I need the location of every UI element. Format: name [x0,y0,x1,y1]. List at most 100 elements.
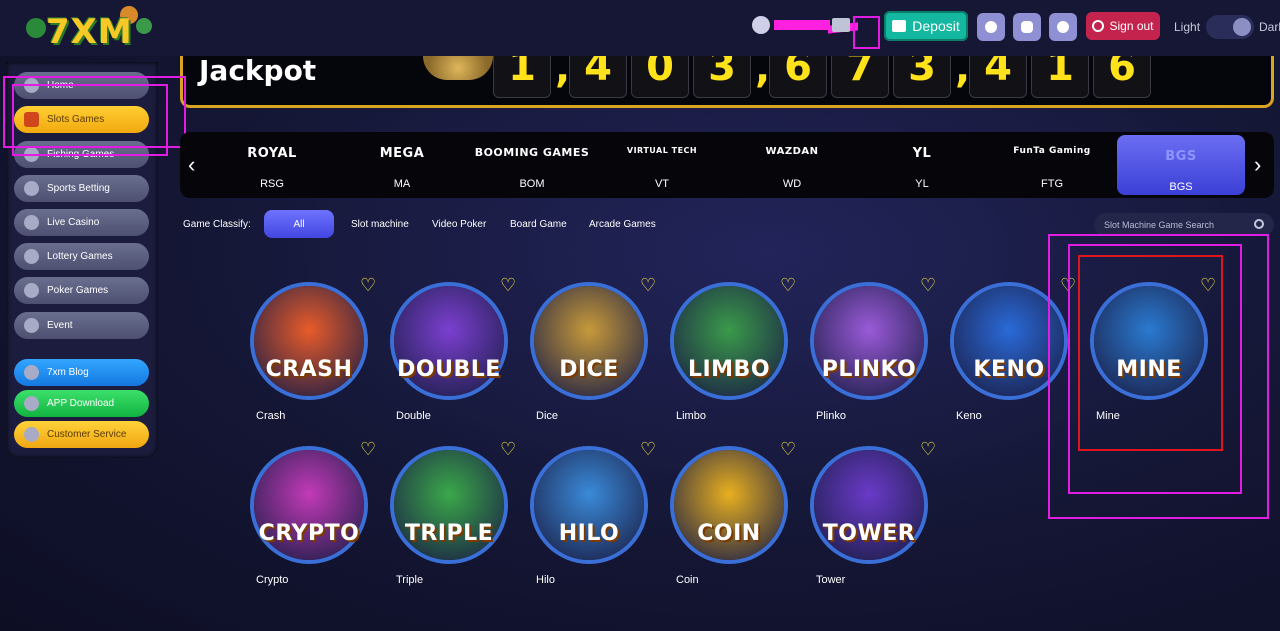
logo-ball-icon [136,18,152,34]
tab-video-poker[interactable]: Video Poker [432,219,486,230]
game-card-limbo[interactable]: LIMBO Limbo ♡ [674,276,796,436]
favorite-heart-icon[interactable]: ♡ [360,276,376,294]
sidebar-link-label: APP Download [47,398,115,409]
logo-ball-icon [26,18,46,38]
search-icon[interactable] [1254,219,1264,229]
profile-button[interactable] [977,13,1005,41]
download-icon [24,396,39,411]
provider-name: VT [654,178,670,190]
jackpot-digit: 6 [1093,56,1151,98]
favorite-heart-icon[interactable]: ♡ [500,440,516,458]
highlight-box [853,16,880,49]
game-card-double[interactable]: DOUBLE Double ♡ [394,276,516,436]
game-card-crash[interactable]: CRASH Crash ♡ [254,276,376,436]
sidebar-item-event[interactable]: Event [14,312,149,339]
provider-vt[interactable]: VIRTUAL TECH VT [598,132,726,194]
game-card-plinko[interactable]: PLINKO Plinko ♡ [814,276,936,436]
provider-wd[interactable]: WAZDAN WD [728,132,856,194]
favorite-heart-icon[interactable]: ♡ [780,440,796,458]
top-bar: 7XM Deposit Sign out Light Dark [0,0,1280,56]
tab-all[interactable]: All [264,210,334,238]
game-thumbnail[interactable]: TOWER [814,450,924,560]
game-logo-text: PLINKO [821,357,917,382]
provider-ftg[interactable]: FunTa Gaming FTG [988,132,1116,194]
favorite-heart-icon[interactable]: ♡ [500,276,516,294]
game-logo-text: KENO [973,357,1045,382]
jackpot-separator: , [955,56,971,92]
game-name: Coin [676,574,699,586]
game-thumbnail[interactable]: DOUBLE [394,286,504,396]
theme-toggle[interactable] [1206,15,1254,39]
sidebar-item-label: Poker Games [47,285,109,296]
wallet-icon [892,20,907,32]
favorite-heart-icon[interactable]: ♡ [920,276,936,294]
provider-logo: BGS [1165,149,1197,164]
sidebar-item-poker-games[interactable]: Poker Games [14,277,149,304]
provider-ma[interactable]: MEGA MA [338,132,466,194]
jackpot-counter: 1 , 4 0 3 , 6 7 3 , 4 1 6 [493,56,1151,98]
game-thumbnail[interactable]: LIMBO [674,286,784,396]
casino-chip-icon [24,215,39,230]
user-icon [752,16,770,34]
redacted-username [774,20,830,30]
jackpot-digit: 4 [969,56,1027,98]
provider-rsg[interactable]: ROYAL RSG [208,132,336,194]
game-thumbnail[interactable]: CRASH [254,286,364,396]
search-placeholder: Slot Machine Game Search [1104,219,1215,230]
group-icon [1057,21,1069,33]
chevron-right-icon[interactable]: › [1254,152,1261,178]
game-name: Dice [536,410,559,422]
tab-board-game[interactable]: Board Game [510,219,567,230]
chat-icon [1021,21,1033,33]
group-button[interactable] [1049,13,1077,41]
sidebar-link-app-download[interactable]: APP Download [14,390,149,417]
game-logo-text: HILO [558,521,620,546]
game-thumbnail[interactable]: TRIPLE [394,450,504,560]
jackpot-label: Jackpot [199,56,317,87]
game-card-tower[interactable]: TOWER Tower ♡ [814,440,936,600]
game-card-dice[interactable]: DICE Dice ♡ [534,276,656,436]
game-thumbnail[interactable]: DICE [534,286,644,396]
game-thumbnail[interactable]: COIN [674,450,784,560]
sidebar-item-sports-betting[interactable]: Sports Betting [14,175,149,202]
favorite-heart-icon[interactable]: ♡ [780,276,796,294]
deposit-button[interactable]: Deposit [884,11,968,41]
provider-name: FTG [1041,178,1063,190]
favorite-heart-icon[interactable]: ♡ [640,440,656,458]
game-card-coin[interactable]: COIN Coin ♡ [674,440,796,600]
sign-out-button[interactable]: Sign out [1086,12,1160,40]
provider-yl[interactable]: YL YL [858,132,986,194]
sidebar-link-customer-service[interactable]: Customer Service [14,421,149,448]
jackpot-digit: 7 [831,56,889,98]
messages-button[interactable] [1013,13,1041,41]
favorite-heart-icon[interactable]: ♡ [920,440,936,458]
provider-bgs[interactable]: BGS BGS [1117,135,1245,195]
jackpot-digit: 1 [493,56,551,98]
game-logo-text: TRIPLE [404,521,494,546]
favorite-heart-icon[interactable]: ♡ [640,276,656,294]
game-card-triple[interactable]: TRIPLE Triple ♡ [394,440,516,600]
game-thumbnail[interactable]: PLINKO [814,286,924,396]
blog-icon [24,365,39,380]
provider-logo: YL [912,146,932,161]
tab-arcade-games[interactable]: Arcade Games [589,219,656,230]
provider-logo: ROYAL [247,146,297,161]
theme-light-label: Light [1174,20,1201,34]
sidebar-link-label: Customer Service [47,429,127,440]
provider-bom[interactable]: BOOMING GAMES BOM [468,132,596,194]
chevron-left-icon[interactable]: ‹ [188,152,195,178]
sidebar-item-lottery-games[interactable]: Lottery Games [14,243,149,270]
site-logo[interactable]: 7XM [14,4,154,52]
game-thumbnail[interactable]: HILO [534,450,644,560]
sidebar-link-blog[interactable]: 7xm Blog [14,359,149,386]
sidebar-item-live-casino[interactable]: Live Casino [14,209,149,236]
game-thumbnail[interactable]: CRYPTO [254,450,364,560]
game-search-input[interactable]: Slot Machine Game Search [1094,213,1274,236]
tab-slot-machine[interactable]: Slot machine [351,219,409,230]
game-name: Limbo [676,410,706,422]
game-card-crypto[interactable]: CRYPTO Crypto ♡ [254,440,376,600]
sign-out-label: Sign out [1109,19,1154,33]
game-name: Crash [256,410,286,422]
game-card-hilo[interactable]: HILO Hilo ♡ [534,440,656,600]
favorite-heart-icon[interactable]: ♡ [360,440,376,458]
